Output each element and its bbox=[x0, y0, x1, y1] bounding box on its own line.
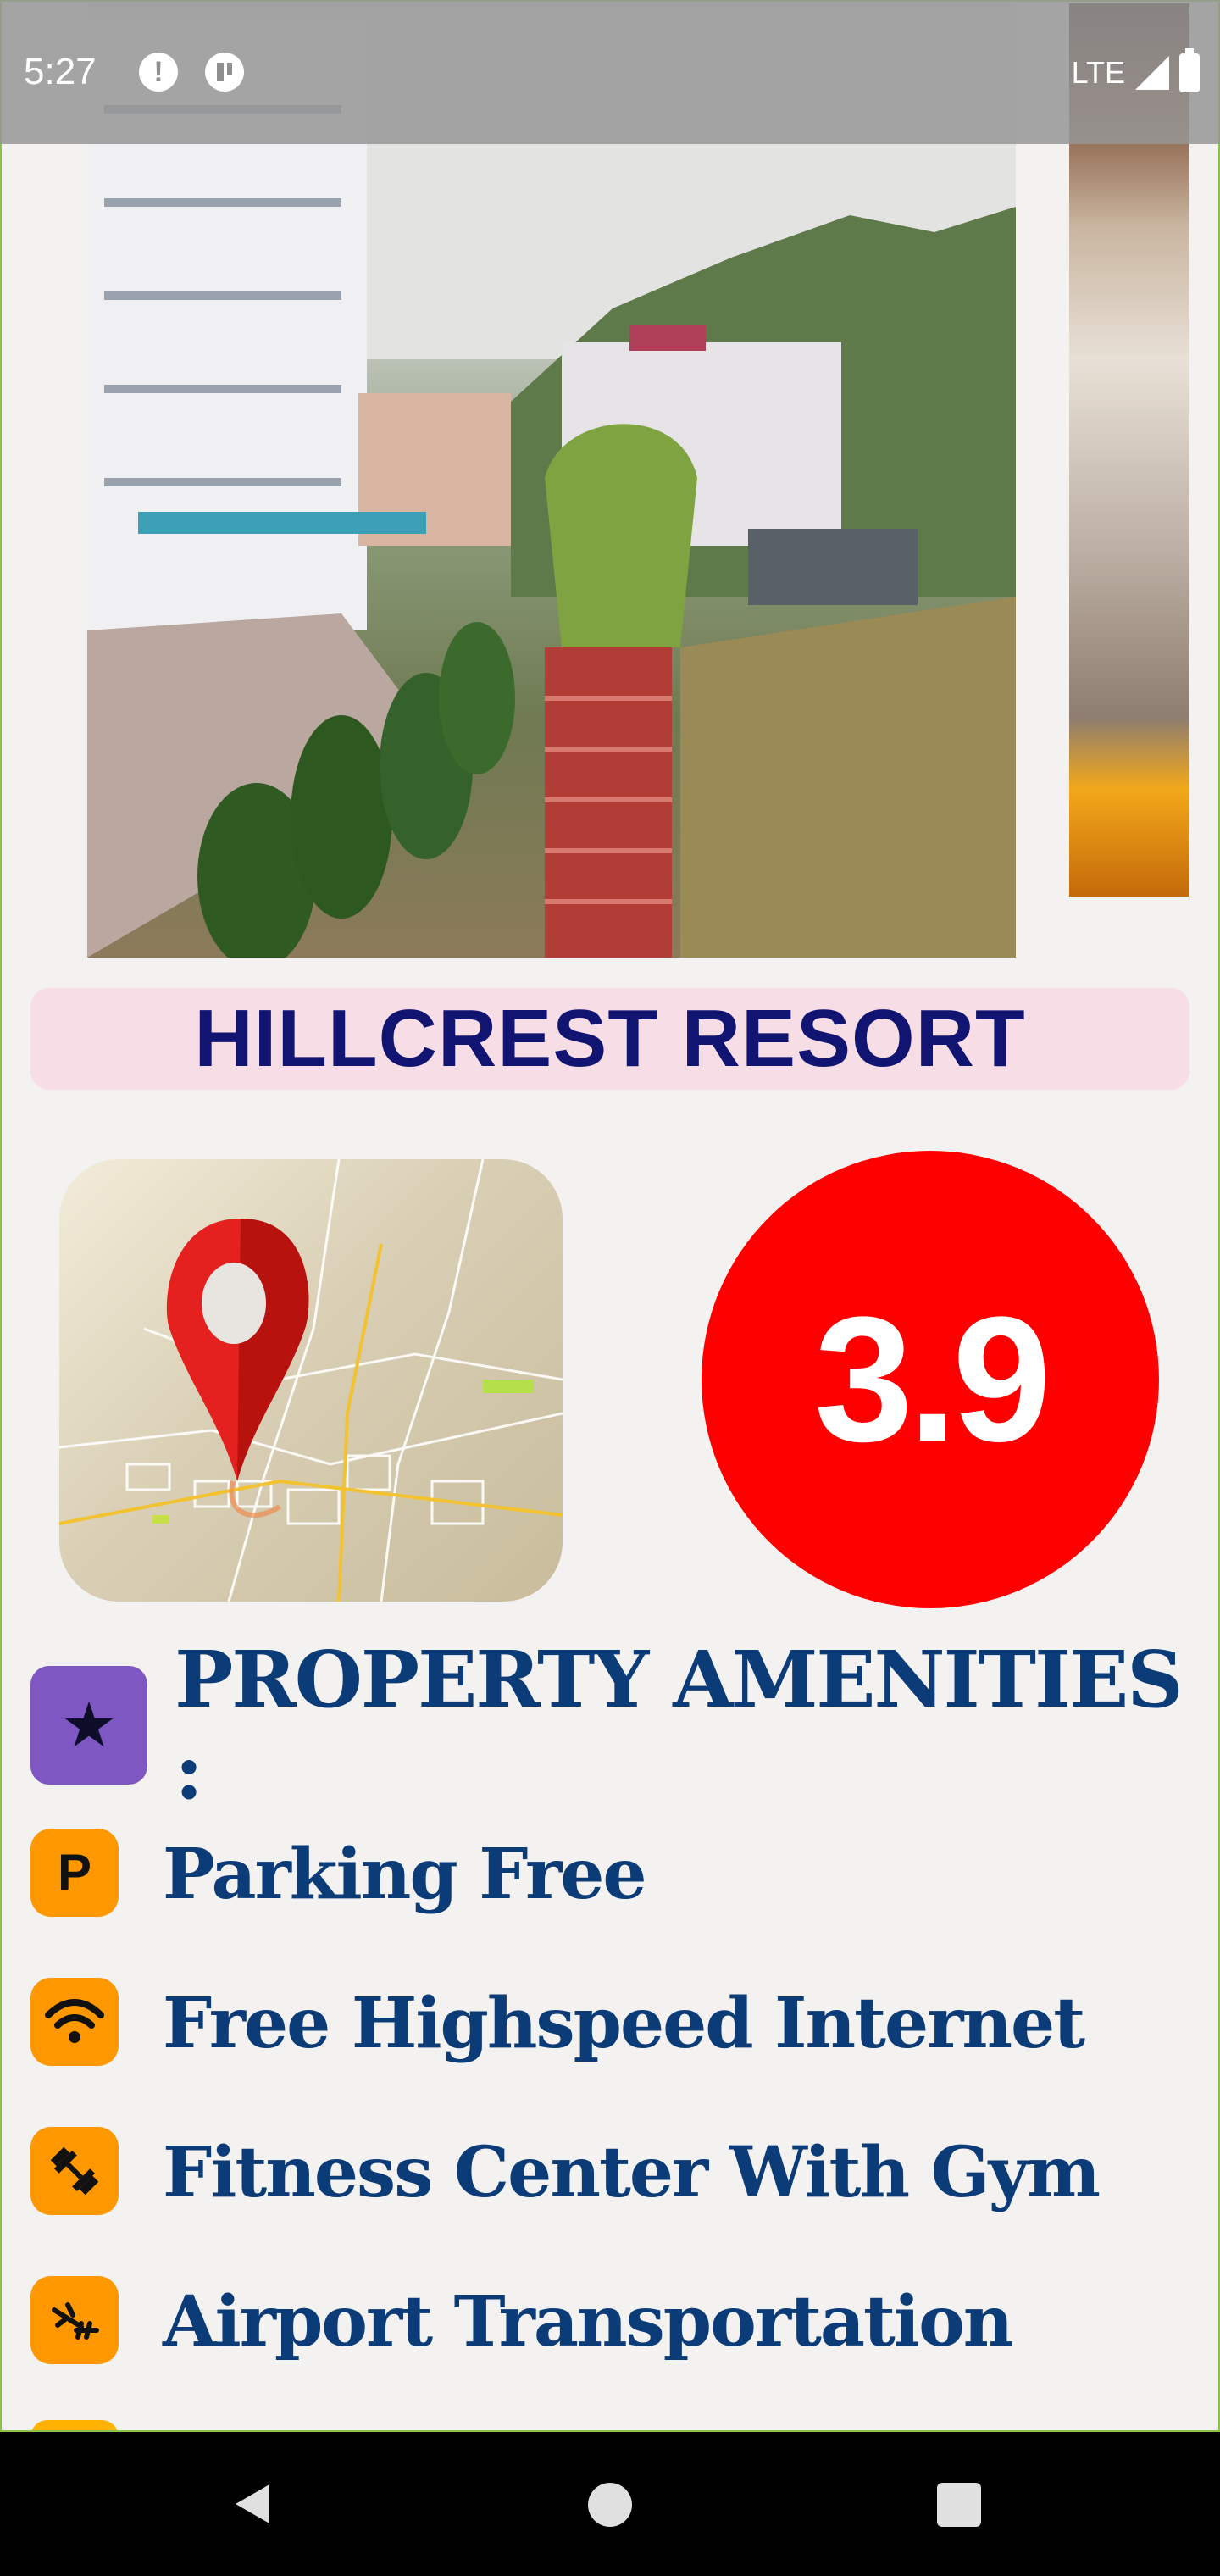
map-pin-icon bbox=[59, 1159, 563, 1602]
amenity-label: Fitness Center With Gym bbox=[163, 2132, 1101, 2213]
navigation-bar bbox=[0, 2432, 1220, 2576]
amenities-list: P Parking Free Free Highspeed Internet F… bbox=[30, 1829, 1200, 2425]
amenity-label: Airport Transportation bbox=[163, 2281, 1013, 2362]
status-indicators: LTE bbox=[1071, 48, 1200, 97]
amenities-header: ★ PROPERTY AMENITIES : bbox=[30, 1634, 1220, 1817]
amenity-label: Parking Free bbox=[163, 1834, 647, 1915]
amenities-title: PROPERTY AMENITIES : bbox=[175, 1634, 1184, 1817]
airport-shuttle-icon bbox=[30, 2276, 119, 2364]
notification-app-icon bbox=[205, 53, 244, 92]
amenity-item: Free Highspeed Internet bbox=[30, 1978, 1200, 2127]
parking-icon: P bbox=[30, 1829, 119, 1917]
amenity-item: Airport Transportation bbox=[30, 2276, 1200, 2425]
star-icon: ★ bbox=[30, 1666, 148, 1785]
network-type: LTE bbox=[1071, 55, 1125, 90]
map-location-button[interactable] bbox=[59, 1159, 563, 1602]
wifi-icon bbox=[30, 1978, 119, 2066]
signal-icon bbox=[1135, 56, 1169, 90]
recents-icon[interactable] bbox=[937, 2483, 981, 2527]
hotel-exterior-photo[interactable] bbox=[87, 3, 1016, 958]
alert-icon: ! bbox=[139, 53, 178, 92]
status-bar: 5:27 ! LTE bbox=[0, 0, 1220, 144]
amenity-label: Free Highspeed Internet bbox=[163, 1983, 1085, 2064]
svg-text:P: P bbox=[58, 1846, 92, 1900]
amenity-item: P Parking Free bbox=[30, 1829, 1200, 1978]
status-time: 5:27 bbox=[24, 51, 97, 92]
rating-value: 3.9 bbox=[814, 1280, 1051, 1479]
back-icon[interactable] bbox=[230, 2481, 276, 2527]
home-icon[interactable] bbox=[588, 2483, 632, 2527]
rating-badge: 3.9 bbox=[702, 1151, 1159, 1608]
dumbbell-icon bbox=[30, 2127, 119, 2215]
amenity-item: Fitness Center With Gym bbox=[30, 2127, 1200, 2276]
battery-icon bbox=[1179, 48, 1200, 92]
hotel-name: HILLCREST RESORT bbox=[194, 993, 1026, 1084]
hotel-title-bar: HILLCREST RESORT bbox=[30, 988, 1190, 1090]
